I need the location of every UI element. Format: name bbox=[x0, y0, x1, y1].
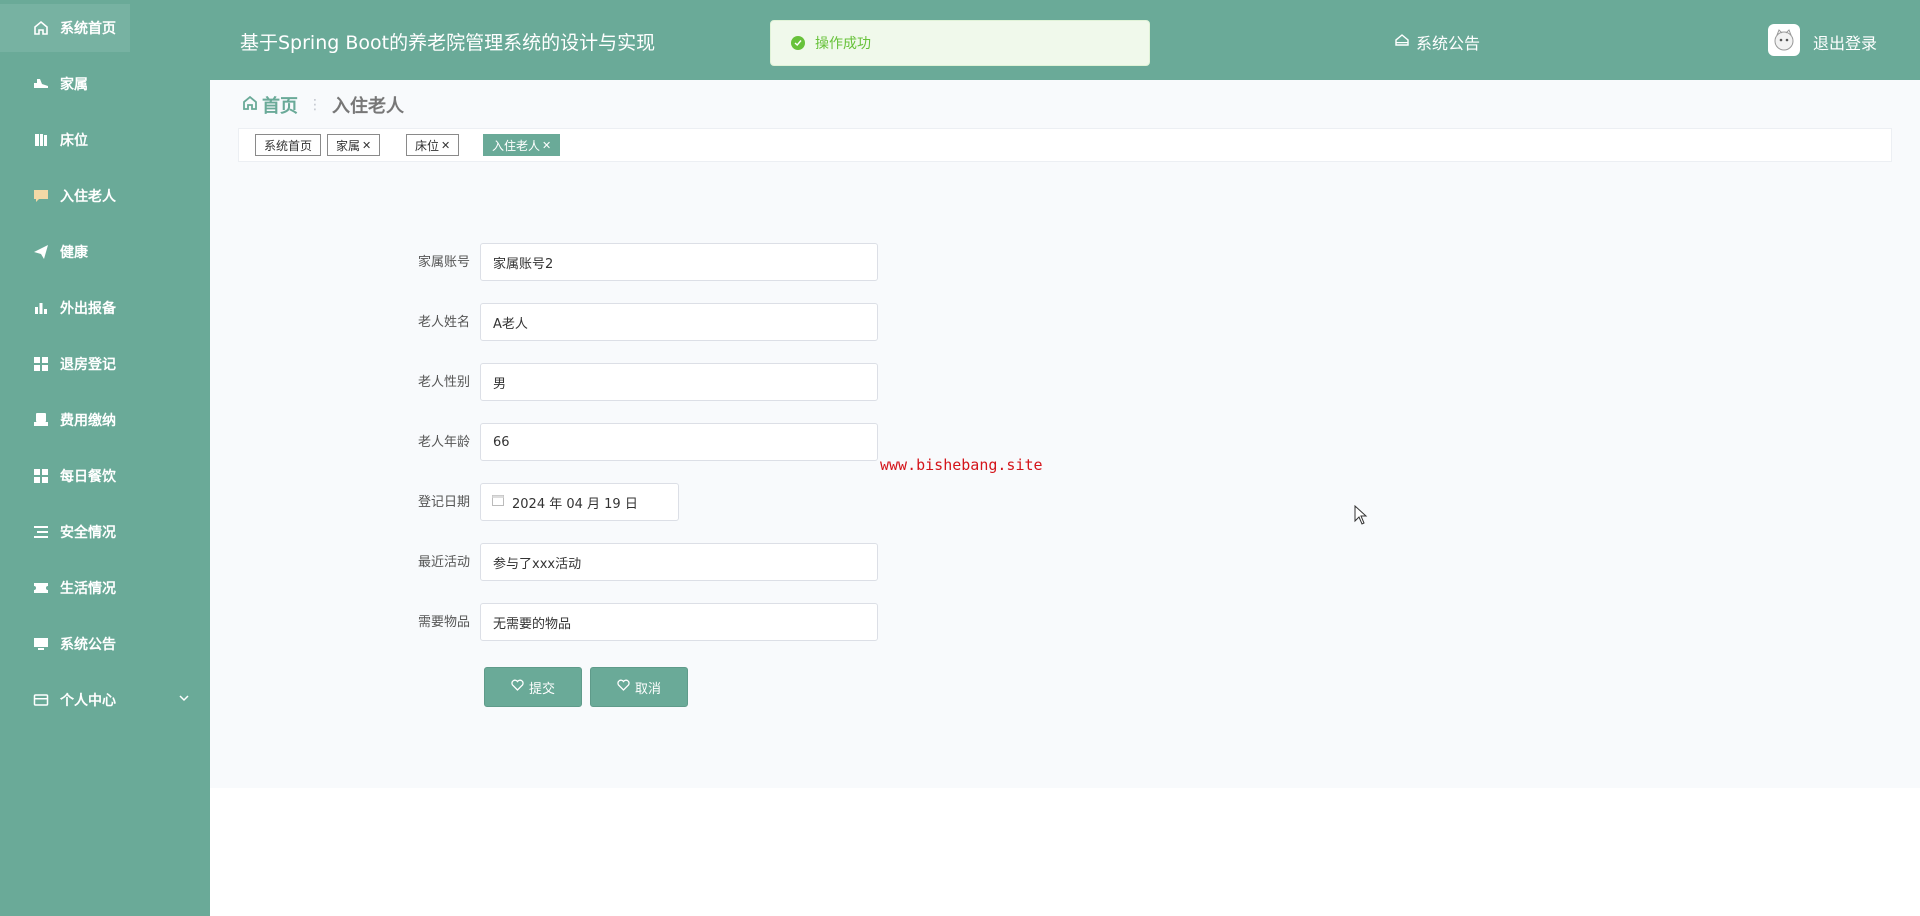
register-date-picker[interactable]: 2024 年 04 月 19 日 bbox=[480, 483, 679, 521]
field-label: 老人性别 bbox=[417, 375, 470, 390]
tag-label: 入住老人 bbox=[492, 138, 541, 153]
sidebar-item-outing[interactable]: 外出报备 bbox=[0, 284, 210, 332]
logout-link[interactable]: 退出登录 bbox=[1813, 30, 1877, 54]
sidebar-item-label: 床位 bbox=[60, 133, 88, 149]
sidebar-item-label: 个人中心 bbox=[60, 693, 116, 709]
announcement-icon bbox=[1394, 32, 1410, 52]
tag-family[interactable]: 家属 ✕ bbox=[327, 134, 381, 156]
notice-link-label: 系统公告 bbox=[1416, 34, 1481, 53]
home-icon bbox=[242, 95, 258, 116]
sidebar-item-notice[interactable]: 系统公告 bbox=[0, 620, 210, 668]
sidebar-item-label: 系统公告 bbox=[60, 637, 116, 653]
sidebar-item-bed[interactable]: 床位 bbox=[0, 116, 210, 164]
tag-home[interactable]: 系统首页 bbox=[255, 134, 322, 156]
check-circle-icon bbox=[791, 36, 805, 50]
chat-icon bbox=[32, 187, 50, 205]
breadcrumb-home[interactable]: 首页 bbox=[242, 92, 298, 118]
printer-icon bbox=[32, 411, 50, 429]
cancel-button-label: 取消 bbox=[634, 681, 661, 697]
field-label: 家属账号 bbox=[417, 255, 470, 270]
heart-icon bbox=[617, 679, 630, 695]
site-title: 基于Spring Boot的养老院管理系统的设计与实现 bbox=[240, 32, 656, 54]
cancel-button[interactable]: 取消 bbox=[590, 667, 688, 707]
notice-link[interactable]: 系统公告 bbox=[1394, 30, 1480, 54]
toast-message: 操作成功 bbox=[815, 36, 871, 52]
elderly-name-field[interactable] bbox=[480, 303, 878, 341]
field-label: 老人年龄 bbox=[417, 435, 470, 450]
sidebar-item-label: 健康 bbox=[60, 245, 88, 261]
calendar-icon bbox=[492, 494, 504, 510]
field-label: 登记日期 bbox=[417, 495, 470, 510]
needed-items-field[interactable] bbox=[480, 603, 878, 641]
tag-elderly[interactable]: 入住老人 ✕ bbox=[483, 134, 561, 156]
field-label: 老人姓名 bbox=[417, 315, 470, 330]
grid-icon bbox=[32, 467, 50, 485]
tag-label: 家属 bbox=[336, 138, 361, 153]
close-icon[interactable]: ✕ bbox=[441, 139, 450, 152]
sidebar-item-family[interactable]: 家属 bbox=[0, 60, 210, 108]
register-date-value: 2024 年 04 月 19 日 bbox=[512, 496, 638, 512]
sidebar-item-living[interactable]: 生活情况 bbox=[0, 564, 210, 612]
field-label: 最近活动 bbox=[417, 555, 470, 570]
sidebar-item-fees[interactable]: 费用缴纳 bbox=[0, 396, 210, 444]
chevron-down-icon[interactable] bbox=[178, 692, 190, 708]
book-icon bbox=[32, 131, 50, 149]
sidebar-item-label: 生活情况 bbox=[60, 581, 116, 597]
breadcrumb-current: 入住老人 bbox=[332, 96, 404, 117]
breadcrumb: 首页 ⋮ 入住老人 bbox=[242, 92, 404, 118]
sidebar-item-meals[interactable]: 每日餐饮 bbox=[0, 452, 210, 500]
sidebar-item-safety[interactable]: 安全情况 bbox=[0, 508, 210, 556]
list-icon bbox=[32, 523, 50, 541]
sidebar-item-elderly[interactable]: 入住老人 bbox=[0, 172, 210, 220]
elderly-gender-field[interactable] bbox=[480, 363, 878, 401]
submit-button[interactable]: 提交 bbox=[484, 667, 582, 707]
sidebar-item-label: 家属 bbox=[60, 77, 88, 93]
submit-button-label: 提交 bbox=[528, 681, 555, 697]
field-label: 需要物品 bbox=[417, 615, 470, 630]
sidebar-item-label: 费用缴纳 bbox=[60, 413, 116, 429]
grid-icon bbox=[32, 355, 50, 373]
recent-activity-field[interactable] bbox=[480, 543, 878, 581]
sidebar-item-label: 每日餐饮 bbox=[60, 469, 116, 485]
sidebar-item-label: 入住老人 bbox=[60, 189, 116, 205]
elderly-age-field[interactable] bbox=[480, 423, 878, 461]
sidebar-item-profile[interactable]: 个人中心 bbox=[0, 676, 210, 724]
family-account-field[interactable] bbox=[480, 243, 878, 281]
sidebar-item-label: 系统首页 bbox=[60, 21, 116, 37]
home-icon bbox=[32, 19, 50, 37]
ticket-icon bbox=[32, 579, 50, 597]
card-icon bbox=[32, 691, 50, 709]
sidebar-item-label: 安全情况 bbox=[60, 525, 116, 541]
monitor-icon bbox=[32, 635, 50, 653]
sidebar-item-checkout[interactable]: 退房登记 bbox=[0, 340, 210, 388]
tag-label: 系统首页 bbox=[264, 138, 313, 153]
avatar[interactable] bbox=[1768, 24, 1800, 56]
success-toast: 操作成功 bbox=[770, 20, 1150, 66]
bar-chart-icon bbox=[32, 299, 50, 317]
heart-icon bbox=[511, 679, 524, 695]
close-icon[interactable]: ✕ bbox=[362, 139, 371, 152]
tags-view: 系统首页 家属 ✕ 床位 ✕ 入住老人 ✕ bbox=[238, 128, 1892, 162]
sidebar-item-home[interactable]: 系统首页 bbox=[0, 4, 130, 52]
tag-label: 床位 bbox=[415, 138, 440, 153]
sidebar: 系统首页 家属 床位 入住老人 健康 外出报备 退房登记 费用缴纳 每日餐饮 安… bbox=[0, 0, 210, 916]
sidebar-item-label: 退房登记 bbox=[60, 357, 116, 373]
breadcrumb-separator: ⋮ bbox=[308, 97, 322, 113]
sidebar-item-label: 外出报备 bbox=[60, 301, 116, 317]
paper-plane-icon bbox=[32, 243, 50, 261]
sidebar-item-health[interactable]: 健康 bbox=[0, 228, 210, 276]
watermark-text: www.bishebang.site bbox=[880, 456, 1043, 474]
shoe-icon bbox=[32, 75, 50, 93]
close-icon[interactable]: ✕ bbox=[542, 139, 551, 152]
tag-bed[interactable]: 床位 ✕ bbox=[406, 134, 460, 156]
breadcrumb-home-label: 首页 bbox=[262, 96, 298, 117]
mouse-cursor-icon bbox=[1354, 504, 1368, 529]
